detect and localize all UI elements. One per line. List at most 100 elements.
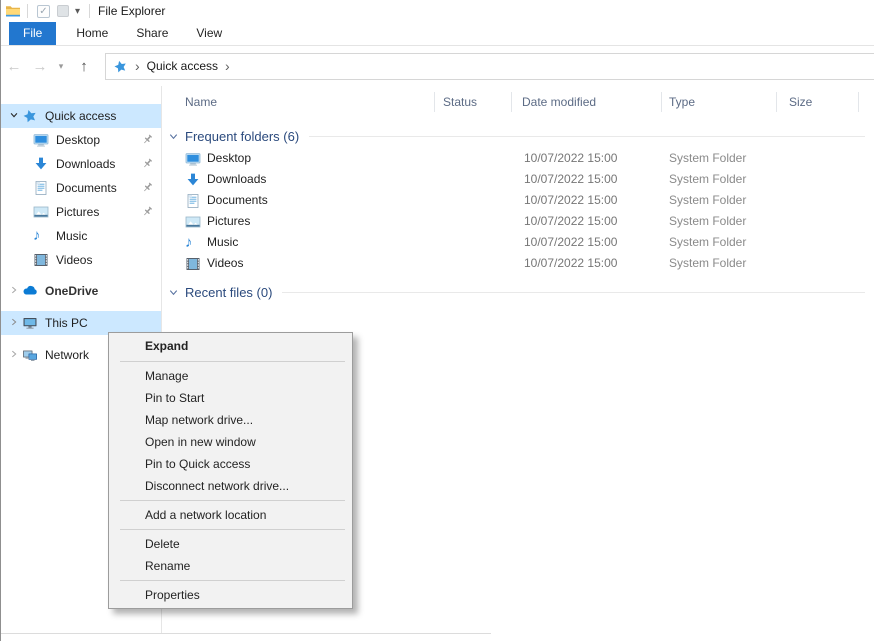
column-header-size[interactable]: Size [777, 92, 859, 112]
pin-icon [141, 205, 154, 218]
menu-item-delete[interactable]: Delete [109, 533, 352, 555]
sidebar-item-downloads[interactable]: Downloads [1, 152, 161, 176]
documents-icon [185, 193, 201, 209]
forward-button[interactable]: → [27, 58, 53, 75]
sidebar-item-label: Downloads [56, 157, 115, 171]
sidebar-item-label: Pictures [56, 205, 99, 219]
chevron-right-icon[interactable] [9, 316, 19, 330]
up-button[interactable]: ↑ [69, 58, 99, 75]
sidebar-item-label: Videos [56, 253, 92, 267]
sidebar-item-onedrive[interactable]: OneDrive [1, 279, 161, 303]
chevron-down-icon[interactable] [168, 131, 179, 142]
chevron-right-icon[interactable] [9, 284, 19, 298]
recent-locations-dropdown-icon[interactable]: ▾ [53, 61, 69, 72]
sidebar-item-label: Music [56, 229, 87, 243]
sidebar-item-label: This PC [45, 316, 88, 330]
item-type: System Folder [662, 148, 777, 169]
downloads-icon [185, 172, 201, 188]
back-button[interactable]: ← [1, 58, 27, 75]
menu-item-properties[interactable]: Properties [109, 584, 352, 606]
chevron-down-icon[interactable] [9, 109, 19, 123]
network-icon [22, 347, 38, 363]
tab-view[interactable]: View [182, 22, 236, 45]
pin-icon [141, 157, 154, 170]
column-header-date[interactable]: Date modified [512, 92, 662, 112]
item-date-modified: 10/07/2022 15:00 [512, 190, 662, 211]
new-folder-icon[interactable] [55, 4, 70, 19]
menu-separator [120, 529, 345, 530]
folder-row-pictures[interactable]: Pictures 10/07/2022 15:00 System Folder [162, 211, 874, 232]
column-header-status[interactable]: Status [435, 92, 512, 112]
group-header-frequent-folders[interactable]: Frequent folders (6) [162, 124, 874, 148]
customize-toolbar-dropdown-icon[interactable]: ▾ [75, 6, 80, 17]
sidebar-item-videos[interactable]: Videos [1, 248, 161, 272]
quick-access-star-icon [22, 108, 38, 124]
folder-row-videos[interactable]: Videos 10/07/2022 15:00 System Folder [162, 253, 874, 274]
properties-icon[interactable]: ✓ [36, 4, 51, 19]
desktop-icon [185, 151, 201, 167]
menu-item-map-network-drive[interactable]: Map network drive... [109, 409, 352, 431]
item-type: System Folder [662, 253, 777, 274]
menu-item-rename[interactable]: Rename [109, 555, 352, 577]
item-type: System Folder [662, 211, 777, 232]
menu-item-manage[interactable]: Manage [109, 365, 352, 387]
column-header-name[interactable]: Name [162, 92, 435, 112]
sidebar-item-music[interactable]: ♪ Music [1, 224, 161, 248]
sidebar-item-quick-access[interactable]: Quick access [1, 104, 161, 128]
group-title: Frequent folders (6) [185, 129, 299, 144]
music-icon: ♪ [185, 235, 201, 251]
item-date-modified: 10/07/2022 15:00 [512, 253, 662, 274]
sidebar-item-documents[interactable]: Documents [1, 176, 161, 200]
item-type: System Folder [662, 190, 777, 211]
menu-item-expand[interactable]: Expand [109, 335, 352, 358]
item-name: Desktop [207, 148, 251, 169]
title-bar: ✓ ▾ File Explorer [1, 0, 874, 22]
pictures-icon [185, 214, 201, 230]
pictures-icon [33, 204, 49, 220]
group-title: Recent files (0) [185, 285, 272, 300]
videos-icon [33, 252, 49, 268]
menu-separator [120, 361, 345, 362]
item-status [435, 253, 512, 274]
sidebar-item-desktop[interactable]: Desktop [1, 128, 161, 152]
downloads-icon [33, 156, 49, 172]
item-name: Documents [207, 190, 268, 211]
address-bar-row: ← → ▾ ↑ › Quick access › [1, 46, 874, 86]
sidebar-item-label: Documents [56, 181, 117, 195]
address-bar[interactable]: › Quick access › [105, 53, 874, 80]
tab-share[interactable]: Share [122, 22, 182, 45]
tab-home[interactable]: Home [62, 22, 122, 45]
documents-icon [33, 180, 49, 196]
folder-row-downloads[interactable]: Downloads 10/07/2022 15:00 System Folder [162, 169, 874, 190]
chevron-right-icon[interactable] [9, 348, 19, 362]
sidebar-item-label: Quick access [45, 109, 116, 123]
sidebar-item-label: Network [45, 348, 89, 362]
breadcrumb-location[interactable]: Quick access [147, 59, 218, 73]
column-headers: Name Status Date modified Type Size [162, 88, 874, 116]
titlebar-divider-2 [89, 4, 90, 18]
chevron-down-icon[interactable] [168, 287, 179, 298]
group-header-recent-files[interactable]: Recent files (0) [162, 280, 874, 304]
menu-separator [120, 580, 345, 581]
menu-item-disconnect-network-drive[interactable]: Disconnect network drive... [109, 475, 352, 497]
sidebar-item-pictures[interactable]: Pictures [1, 200, 161, 224]
breadcrumb-chevron-icon[interactable]: › [128, 59, 147, 73]
menu-item-pin-to-quick-access[interactable]: Pin to Quick access [109, 453, 352, 475]
column-header-type[interactable]: Type [662, 92, 777, 112]
group-divider [309, 136, 865, 137]
music-icon: ♪ [33, 228, 49, 244]
menu-item-open-in-new-window[interactable]: Open in new window [109, 431, 352, 453]
item-status [435, 169, 512, 190]
item-type: System Folder [662, 169, 777, 190]
menu-item-add-a-network-location[interactable]: Add a network location [109, 504, 352, 526]
menu-item-pin-to-start[interactable]: Pin to Start [109, 387, 352, 409]
breadcrumb-chevron-icon-2[interactable]: › [218, 59, 237, 73]
item-status [435, 148, 512, 169]
item-date-modified: 10/07/2022 15:00 [512, 211, 662, 232]
item-name: Downloads [207, 169, 266, 190]
folder-row-music[interactable]: ♪ Music 10/07/2022 15:00 System Folder [162, 232, 874, 253]
folder-row-desktop[interactable]: Desktop 10/07/2022 15:00 System Folder [162, 148, 874, 169]
tab-file[interactable]: File [9, 22, 56, 45]
titlebar-divider [27, 4, 28, 18]
folder-row-documents[interactable]: Documents 10/07/2022 15:00 System Folder [162, 190, 874, 211]
